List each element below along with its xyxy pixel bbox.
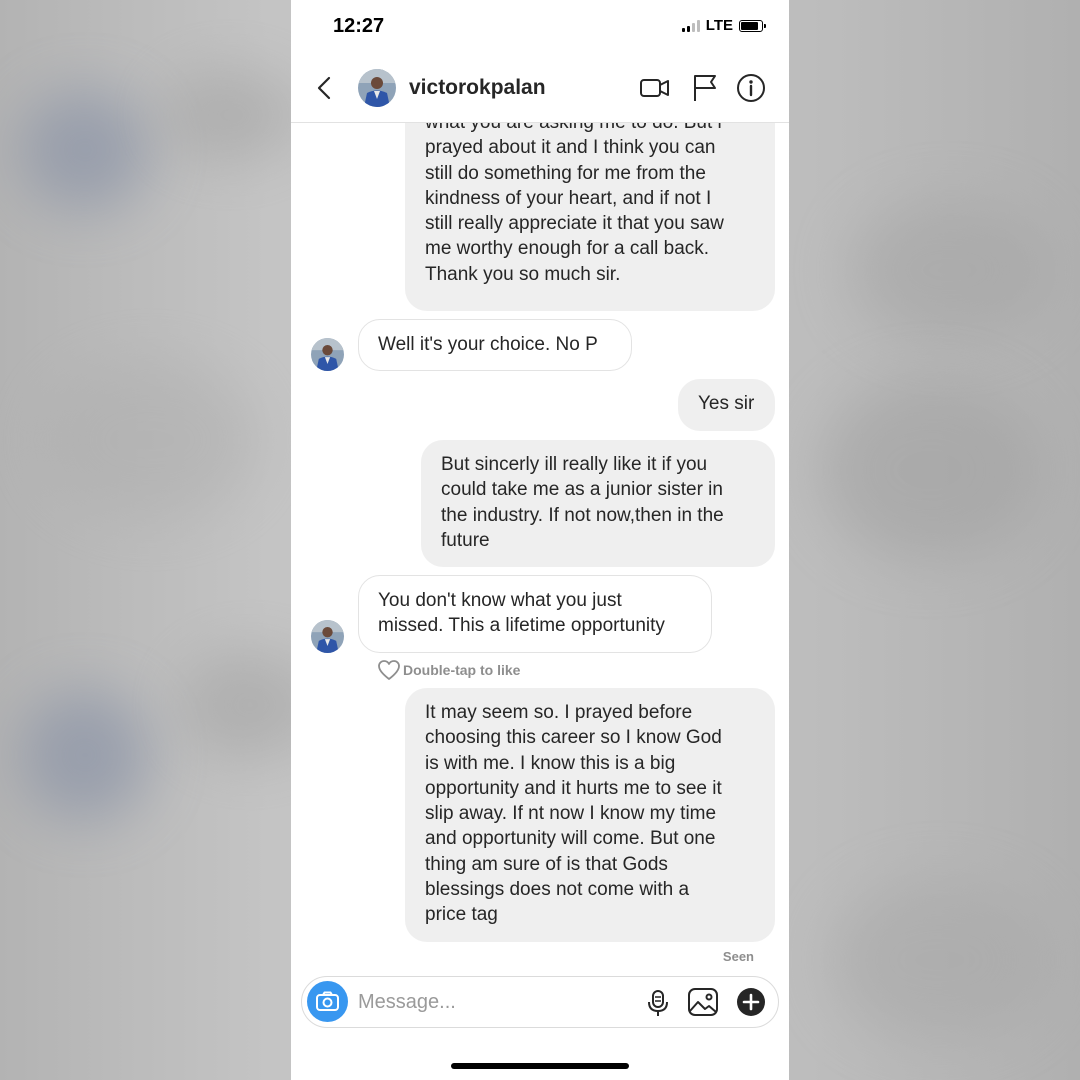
battery-icon — [739, 19, 766, 32]
message-composer — [301, 976, 779, 1028]
gallery-icon[interactable] — [687, 987, 719, 1022]
message-incoming[interactable]: Well it's your choice. No P — [358, 319, 632, 371]
status-time: 12:27 — [333, 15, 385, 37]
microphone-icon[interactable] — [645, 989, 671, 1022]
info-icon[interactable] — [735, 72, 767, 104]
message-incoming[interactable]: You don't know what you just missed. Thi… — [358, 575, 712, 653]
avatar[interactable] — [311, 620, 344, 653]
message-outgoing[interactable]: Yes sir — [678, 379, 775, 431]
heart-icon[interactable] — [377, 659, 401, 681]
signal-icon — [681, 19, 700, 32]
avatar[interactable] — [311, 338, 344, 371]
status-bar: 12:27 LTE — [291, 0, 789, 54]
chat-header: victorokpalan — [291, 54, 789, 123]
home-indicator[interactable] — [451, 1063, 629, 1069]
message-outgoing[interactable]: It may seem so. I prayed before choosing… — [405, 688, 775, 942]
camera-button[interactable] — [307, 981, 348, 1022]
message-input[interactable] — [358, 989, 618, 1015]
phone-screen: 12:27 LTE victorokpalan prayed about it … — [291, 0, 789, 1080]
header-username[interactable]: victorokpalan — [409, 76, 546, 100]
video-call-icon[interactable] — [639, 72, 671, 104]
message-outgoing[interactable]: what you are asking me to do. But i pray… — [405, 123, 775, 311]
status-indicators: LTE — [681, 17, 766, 34]
avatar[interactable] — [358, 69, 396, 107]
message-outgoing[interactable]: But sincerly ill really like it if you c… — [421, 440, 775, 567]
like-hint-text: Double-tap to like — [403, 662, 521, 678]
network-label: LTE — [705, 17, 733, 34]
back-chevron-icon[interactable] — [311, 72, 339, 104]
camera-icon — [316, 991, 339, 1011]
seen-indicator: Seen — [722, 949, 754, 964]
double-tap-like-hint[interactable]: Double-tap to like — [377, 659, 520, 681]
message-thread[interactable]: what you are asking me to do. But i pray… — [291, 123, 789, 982]
plus-icon[interactable] — [736, 987, 766, 1022]
flag-icon[interactable] — [689, 72, 721, 104]
